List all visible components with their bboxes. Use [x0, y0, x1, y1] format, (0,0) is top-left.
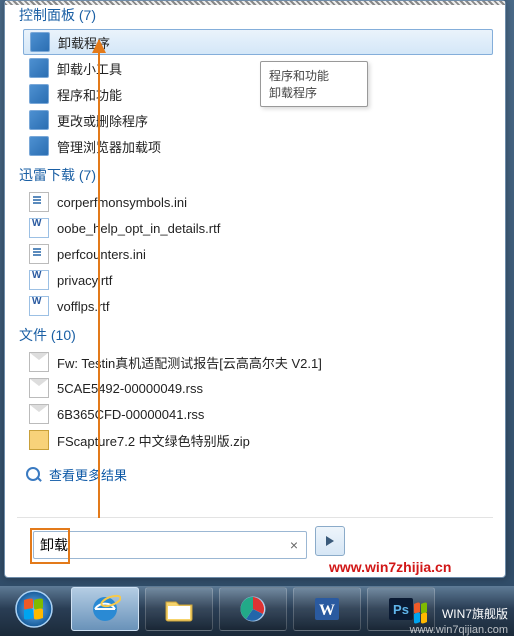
result-file[interactable]: 6B365CFD-00000041.rss	[23, 401, 493, 427]
see-more-results[interactable]: 查看更多结果	[25, 465, 501, 484]
control-panel-icon	[29, 136, 49, 156]
ini-file-icon	[29, 244, 49, 264]
result-file[interactable]: oobe_help_opt_in_details.rtf	[23, 215, 493, 241]
section-header-xunlei: 迅雷下载 (7)	[19, 165, 501, 185]
taskbar: W Ps WIN7旗舰版 www.win7qijian.com	[0, 586, 514, 636]
control-panel-icon	[30, 32, 50, 52]
ini-file-icon	[29, 192, 49, 212]
clear-search-icon[interactable]: ×	[282, 537, 306, 553]
folder-icon	[163, 595, 195, 623]
result-label: 卸载小工具	[57, 59, 122, 78]
result-label: oobe_help_opt_in_details.rtf	[57, 221, 220, 236]
result-label: FScapture7.2 中文绿色特别版.zip	[57, 431, 250, 450]
brand-text: WIN7旗舰版	[442, 605, 508, 622]
ie-icon	[89, 593, 121, 625]
word-icon: W	[312, 594, 342, 624]
taskbar-app[interactable]	[219, 587, 287, 631]
result-file[interactable]: Fw: Testin真机适配测试报告[云高高尔夫 V2.1]	[23, 349, 493, 375]
start-button[interactable]	[3, 588, 65, 630]
result-label: 6B365CFD-00000041.rss	[57, 407, 204, 422]
result-label: 管理浏览器加载项	[57, 137, 161, 156]
result-file[interactable]: FScapture7.2 中文绿色特别版.zip	[23, 427, 493, 453]
result-label: vofflps.rtf	[57, 299, 110, 314]
tooltip-line: 程序和功能	[269, 67, 359, 84]
mail-icon	[29, 378, 49, 398]
start-search-box[interactable]: ×	[33, 531, 305, 557]
svg-text:W: W	[319, 602, 335, 619]
result-file[interactable]: perfcounters.ini	[23, 241, 493, 267]
arrow-right-icon	[323, 534, 337, 548]
section-header-files: 文件 (10)	[19, 325, 501, 345]
rtf-file-icon	[29, 296, 49, 316]
search-icon	[25, 466, 43, 484]
tooltip-line: 卸载程序	[269, 84, 359, 101]
section-header-control-panel: 控制面板 (7)	[19, 5, 501, 25]
watermark-text: www.win7qijian.com	[410, 624, 508, 636]
result-programs-features[interactable]: 程序和功能	[23, 81, 493, 107]
tooltip: 程序和功能 卸载程序	[260, 61, 368, 107]
mail-icon	[29, 404, 49, 424]
search-results: 控制面板 (7) 卸载程序 卸载小工具 程序和功能 更改或删除程序	[15, 1, 501, 523]
windows-orb-icon	[13, 588, 55, 630]
annotation-highlight	[30, 528, 70, 564]
result-label: privacy.rtf	[57, 273, 112, 288]
result-file[interactable]: vofflps.rtf	[23, 293, 493, 319]
windows-flag-icon	[412, 600, 438, 626]
more-results-label: 查看更多结果	[49, 465, 127, 484]
result-manage-addons[interactable]: 管理浏览器加载项	[23, 133, 493, 159]
result-label: 更改或删除程序	[57, 111, 148, 130]
rtf-file-icon	[29, 218, 49, 238]
result-label: 程序和功能	[57, 85, 122, 104]
result-file[interactable]: corperfmonsymbols.ini	[23, 189, 493, 215]
brand-badge: WIN7旗舰版	[412, 600, 508, 626]
result-uninstall-program[interactable]: 卸载程序	[23, 29, 493, 55]
chart-app-icon	[238, 594, 268, 624]
result-label: corperfmonsymbols.ini	[57, 195, 187, 210]
control-panel-icon	[29, 84, 49, 104]
result-label: Fw: Testin真机适配测试报告[云高高尔夫 V2.1]	[57, 353, 322, 372]
svg-text:Ps: Ps	[393, 602, 409, 617]
taskbar-ie[interactable]	[71, 587, 139, 631]
result-label: 卸载程序	[58, 33, 110, 52]
result-label: perfcounters.ini	[57, 247, 146, 262]
start-menu-results-panel: 控制面板 (7) 卸载程序 卸载小工具 程序和功能 更改或删除程序	[4, 0, 506, 578]
control-panel-icon	[29, 58, 49, 78]
result-change-remove-program[interactable]: 更改或删除程序	[23, 107, 493, 133]
taskbar-word[interactable]: W	[293, 587, 361, 631]
watermark-text: www.win7zhijia.cn	[329, 559, 451, 575]
result-file[interactable]: 5CAE5492-00000049.rss	[23, 375, 493, 401]
mail-icon	[29, 352, 49, 372]
search-input[interactable]	[34, 537, 282, 553]
rtf-file-icon	[29, 270, 49, 290]
result-file[interactable]: privacy.rtf	[23, 267, 493, 293]
control-panel-icon	[29, 110, 49, 130]
zip-file-icon	[29, 430, 49, 450]
divider	[17, 517, 493, 518]
taskbar-explorer[interactable]	[145, 587, 213, 631]
result-uninstall-gadget[interactable]: 卸载小工具	[23, 55, 493, 81]
shutdown-options-button[interactable]	[315, 526, 345, 556]
result-label: 5CAE5492-00000049.rss	[57, 381, 203, 396]
